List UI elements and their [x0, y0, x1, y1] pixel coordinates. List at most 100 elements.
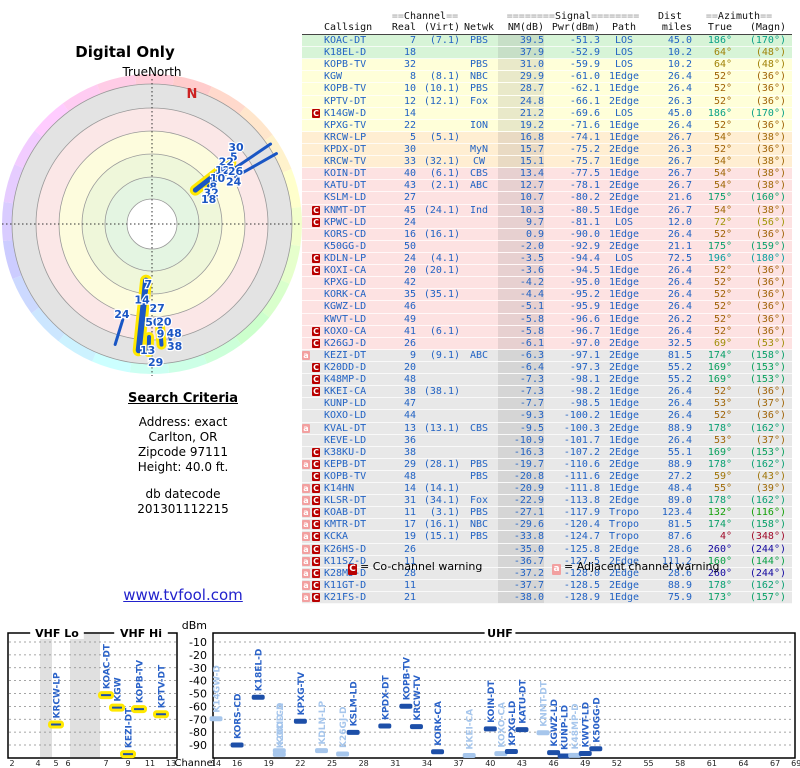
table-row[interactable]: aCKCKA19(15.1)PBS-33.8-124.7Tropo87.64°(…: [302, 531, 792, 543]
cell-cs: KEZI-DT: [324, 350, 390, 361]
signal-bar[interactable]: [431, 749, 444, 754]
signal-bar[interactable]: [50, 722, 63, 727]
table-row[interactable]: aCK11GT-D11-37.7-128.52Edge88.9178°(162°…: [302, 580, 792, 592]
table-row[interactable]: CK26GJ-D26-6.1-97.02Edge32.569°(53°): [302, 338, 792, 350]
signal-bar[interactable]: [252, 695, 265, 700]
table-row[interactable]: KOIN-DT40(6.1)CBS13.4-77.51Edge26.754°(3…: [302, 168, 792, 180]
table-row[interactable]: KATU-DT43(2.1)ABC12.7-78.12Edge26.754°(3…: [302, 180, 792, 192]
channel-label[interactable]: 9: [157, 328, 165, 341]
cell-pa: 1Edge: [600, 277, 648, 288]
table-row[interactable]: KGWZ-LD46-5.1-95.91Edge26.452°(36°): [302, 301, 792, 313]
panel-title: UHF: [487, 627, 513, 640]
cell-c: [312, 301, 324, 312]
signal-bar[interactable]: [111, 705, 124, 710]
tvfool-link[interactable]: www.tvfool.com: [63, 586, 303, 604]
channel-label[interactable]: 38: [167, 340, 182, 353]
cell-pw: -98.2: [544, 386, 600, 397]
channel-label[interactable]: 29: [148, 356, 163, 369]
table-row[interactable]: KOXO-LD44-9.3-100.21Edge26.452°(36°): [302, 410, 792, 422]
signal-bar[interactable]: [155, 712, 168, 717]
signal-bar[interactable]: [122, 752, 135, 757]
signal-bar[interactable]: [231, 743, 244, 748]
table-row[interactable]: KRCW-TV33(32.1)CW15.1-75.71Edge26.754°(3…: [302, 156, 792, 168]
table-row[interactable]: CKDLN-LP24(4.1)-3.5-94.4LOS72.5196°(180°…: [302, 253, 792, 265]
cell-di: 26.4: [648, 435, 692, 446]
table-row[interactable]: KUNP-LD47-7.7-98.51Edge26.453°(37°): [302, 398, 792, 410]
table-row[interactable]: KSLM-LD2710.7-80.22Edge21.6175°(160°): [302, 192, 792, 204]
signal-bar[interactable]: [589, 746, 602, 751]
table-row[interactable]: aCKLSR-DT31(34.1)Fox-22.9-113.82Edge89.0…: [302, 495, 792, 507]
table-row[interactable]: CK48MP-D48-7.3-98.12Edge55.2169°(153°): [302, 374, 792, 386]
table-row[interactable]: CKOXO-CA41(6.1)-5.8-96.71Edge26.452°(36°…: [302, 326, 792, 338]
table-row[interactable]: KPXG-TV22ION19.2-71.61Edge26.452°(36°): [302, 120, 792, 132]
signal-bar[interactable]: [537, 730, 550, 735]
dbm-tick-label: -10: [189, 636, 207, 649]
cell-pa: 2Edge: [600, 544, 648, 555]
signal-bar[interactable]: [378, 723, 391, 728]
table-row[interactable]: KORK-CA35(35.1)-4.4-95.21Edge26.452°(36°…: [302, 289, 792, 301]
cell-vi: [416, 144, 460, 155]
cell-azimuth: (144°): [732, 556, 786, 567]
signal-bar[interactable]: [515, 727, 528, 732]
table-row[interactable]: K18EL-D1837.9-52.9LOS10.264°(48°): [302, 47, 792, 59]
table-row[interactable]: KEVE-LD36-10.9-101.71Edge26.453°(37°): [302, 435, 792, 447]
table-row[interactable]: aCKEPB-DT29(28.1)PBS-19.7-110.62Edge88.9…: [302, 459, 792, 471]
signal-bar[interactable]: [210, 716, 223, 721]
channel-label[interactable]: 24: [226, 176, 242, 189]
signal-bar[interactable]: [579, 751, 592, 756]
table-row[interactable]: KPDX-DT30MyN15.7-75.22Edge26.352°(36°): [302, 144, 792, 156]
signal-bar[interactable]: [273, 752, 286, 757]
co-channel-warning-icon: C: [312, 593, 320, 602]
signal-bar[interactable]: [133, 707, 146, 712]
channel-label[interactable]: 18: [201, 193, 216, 206]
table-row[interactable]: aCKOAB-DT11(3.1)PBS-27.1-117.9Tropo123.4…: [302, 507, 792, 519]
signal-bar[interactable]: [399, 704, 412, 709]
table-row[interactable]: KOAC-DT7(7.1)PBS39.5-51.3LOS45.0186°(170…: [302, 35, 792, 47]
cell-re: 48: [390, 374, 416, 385]
signal-bar[interactable]: [315, 748, 328, 753]
table-row[interactable]: CK20DD-D20-6.4-97.32Edge55.2169°(153°): [302, 362, 792, 374]
signal-bar[interactable]: [410, 724, 423, 729]
signal-bar[interactable]: [505, 749, 518, 754]
cell-azimuth: 54°: [692, 168, 732, 179]
channel-label[interactable]: 14: [134, 293, 150, 306]
channel-label[interactable]: 7: [145, 278, 153, 291]
table-row[interactable]: KPTV-DT12(12.1)Fox24.8-66.12Edge26.352°(…: [302, 96, 792, 108]
table-row[interactable]: CKOXI-CA20(20.1)-3.6-94.51Edge26.452°(36…: [302, 265, 792, 277]
table-row[interactable]: KOPB-TV32PBS31.0-59.9LOS10.264°(48°): [302, 59, 792, 71]
cell-cs: K26GJ-D: [324, 338, 390, 349]
table-row[interactable]: CKOPB-TV48PBS-20.8-111.62Edge27.259°(43°…: [302, 471, 792, 483]
table-row[interactable]: aCK26HS-D26-35.0-125.82Edge28.6260°(244°…: [302, 544, 792, 556]
signal-bar[interactable]: [484, 726, 497, 731]
table-row[interactable]: KORS-CD16(16.1)0.9-90.01Edge26.452°(36°): [302, 229, 792, 241]
table-row[interactable]: aKVAL-DT13(13.1)CBS-9.5-100.32Edge88.917…: [302, 423, 792, 435]
table-row[interactable]: CKPWC-LD249.7-81.1LOS12.072°(56°): [302, 217, 792, 229]
table-row[interactable]: KGW8(8.1)NBC29.9-61.01Edge26.452°(36°): [302, 71, 792, 83]
cell-azimuth: 52°: [692, 277, 732, 288]
table-row[interactable]: aKEZI-DT9(9.1)ABC-6.3-97.12Edge81.5174°(…: [302, 350, 792, 362]
signal-bar[interactable]: [463, 753, 476, 758]
table-row[interactable]: CK38KU-D38-16.3-107.22Edge55.1169°(153°): [302, 447, 792, 459]
signal-bar[interactable]: [294, 719, 307, 724]
signal-bar[interactable]: [100, 693, 113, 698]
cell-cs: KATU-DT: [324, 180, 390, 191]
channel-label[interactable]: 48: [166, 327, 181, 340]
table-row[interactable]: aCK21FS-D21-38.0-128.91Edge75.9173°(157°…: [302, 592, 792, 604]
channel-label[interactable]: 27: [149, 302, 164, 315]
cell-nw: Fox: [460, 495, 498, 506]
table-row[interactable]: K50GG-D50-2.0-92.92Edge21.1175°(159°): [302, 241, 792, 253]
table-row[interactable]: KPXG-LD42-4.2-95.01Edge26.452°(36°): [302, 277, 792, 289]
table-row[interactable]: CKKEI-CA38(38.1)-7.3-98.21Edge26.452°(36…: [302, 386, 792, 398]
channel-tick-label: 5: [53, 759, 58, 768]
table-row[interactable]: aCK14HN14(14.1)-20.9-111.81Edge48.455°(3…: [302, 483, 792, 495]
table-row[interactable]: KRCW-LP5(5.1)16.8-74.11Edge26.754°(38°): [302, 132, 792, 144]
cell-di: 26.4: [648, 229, 692, 240]
table-row[interactable]: aCKMTR-DT17(16.1)NBC-29.6-120.4Tropo81.5…: [302, 519, 792, 531]
channel-label[interactable]: 24: [114, 308, 130, 321]
table-row[interactable]: KWVT-LD49-5.8-96.61Edge26.252°(36°): [302, 314, 792, 326]
signal-bar[interactable]: [347, 730, 360, 735]
signal-bar[interactable]: [336, 752, 349, 757]
table-row[interactable]: CK14GW-D1421.2-69.6LOS45.0186°(170°): [302, 108, 792, 120]
table-row[interactable]: CKNMT-DT45(24.1)Ind10.3-80.51Edge26.754°…: [302, 205, 792, 217]
table-row[interactable]: KOPB-TV10(10.1)PBS28.7-62.11Edge26.452°(…: [302, 83, 792, 95]
